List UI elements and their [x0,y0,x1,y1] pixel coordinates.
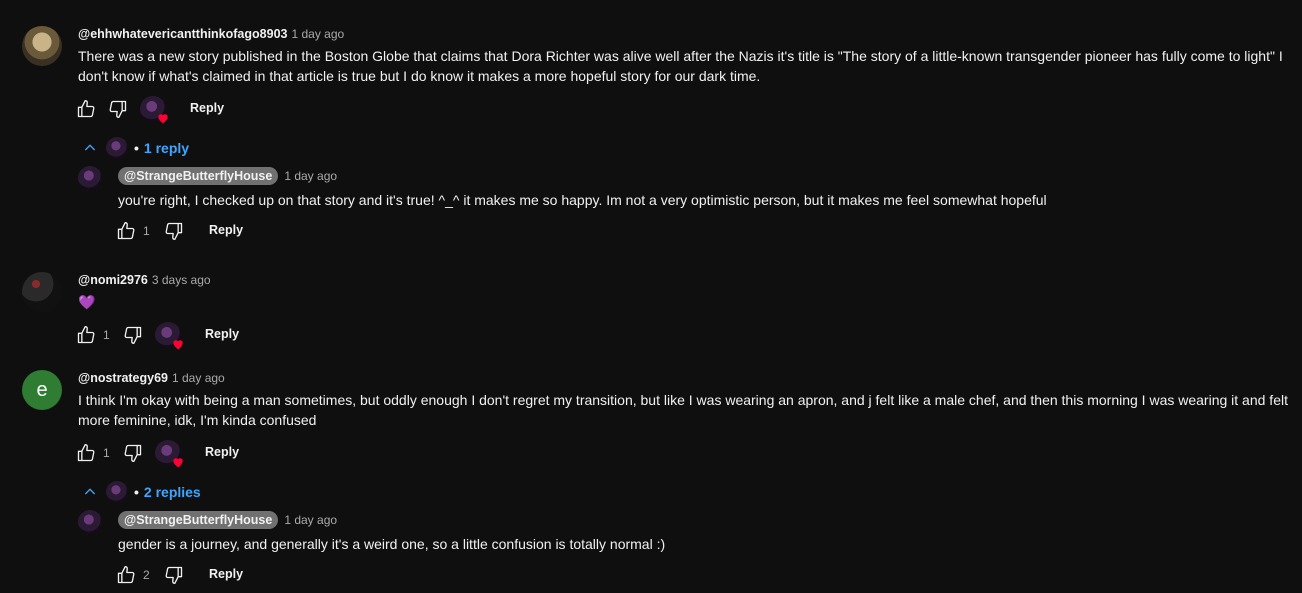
dot-separator: • [134,140,139,156]
comment-header: @nostrategy69 1 day ago [78,371,225,385]
comment-author[interactable]: @ehhwhatevericantthinkofago8903 [78,27,287,41]
thumbs-up-icon[interactable] [116,221,136,241]
comment-timestamp[interactable]: 1 day ago [172,371,225,385]
thumbs-down-icon[interactable] [123,443,143,463]
avatar[interactable] [78,166,102,190]
comment-timestamp[interactable]: 1 day ago [284,513,337,527]
comment-author[interactable]: @nostrategy69 [78,371,168,385]
chevron-up-icon [82,484,98,500]
comment-timestamp[interactable]: 3 days ago [152,273,211,287]
thumbs-down-icon[interactable] [164,221,184,241]
like-count: 2 [143,568,150,582]
comment-author[interactable]: @StrangeButterflyHouse [118,167,279,185]
avatar[interactable]: e [22,370,62,410]
reply-avatar [106,137,128,159]
replies-toggle[interactable]: • 1 reply [82,137,189,159]
like-count: 1 [143,224,150,238]
heart-icon [156,111,170,125]
heart-icon [171,337,185,351]
like-count: 1 [103,446,110,460]
comment-header: @nomi2976 3 days ago [78,273,211,287]
chevron-up-icon [82,140,98,156]
reply-button[interactable]: Reply [205,327,239,341]
creator-heart [155,440,183,468]
replies-count[interactable]: 2 replies [144,484,201,500]
comment-text: gender is a journey, and generally it's … [118,536,666,552]
comment-timestamp[interactable]: 1 day ago [291,27,344,41]
like-count: 1 [103,328,110,342]
comment-header: @ehhwhatevericantthinkofago8903 1 day ag… [78,27,344,41]
comment-author[interactable]: @StrangeButterflyHouse [118,511,279,529]
comment-text: There was a new story published in the B… [78,48,1283,84]
creator-heart [155,322,183,350]
comment-text: I think I'm okay with being a man someti… [78,392,1288,428]
comment-text: you're right, I checked up on that story… [118,192,1047,208]
reply-button[interactable]: Reply [209,223,243,237]
reply-button[interactable]: Reply [190,101,224,115]
thumbs-down-icon[interactable] [108,99,128,119]
avatar-letter: e [36,378,48,401]
heart-icon [171,455,185,469]
avatar[interactable] [78,510,102,534]
comment-timestamp[interactable]: 1 day ago [284,169,337,183]
thumbs-up-icon[interactable] [76,443,96,463]
thumbs-down-icon[interactable] [123,325,143,345]
creator-heart [140,96,168,124]
comment-author[interactable]: @nomi2976 [78,273,148,287]
avatar[interactable] [22,26,62,66]
thumbs-down-icon[interactable] [164,565,184,585]
reply-button[interactable]: Reply [205,445,239,459]
replies-count[interactable]: 1 reply [144,140,189,156]
reply-header: @StrangeButterflyHouse 1 day ago [118,167,337,185]
comment-text: 💜 [78,294,96,310]
reply-button[interactable]: Reply [209,567,243,581]
thumbs-up-icon[interactable] [76,325,96,345]
dot-separator: • [134,484,139,500]
reply-avatar [106,481,128,503]
reply-header: @StrangeButterflyHouse 1 day ago [118,511,337,529]
avatar[interactable] [22,272,62,312]
thumbs-up-icon[interactable] [76,99,96,119]
replies-toggle[interactable]: • 2 replies [82,481,201,503]
thumbs-up-icon[interactable] [116,565,136,585]
